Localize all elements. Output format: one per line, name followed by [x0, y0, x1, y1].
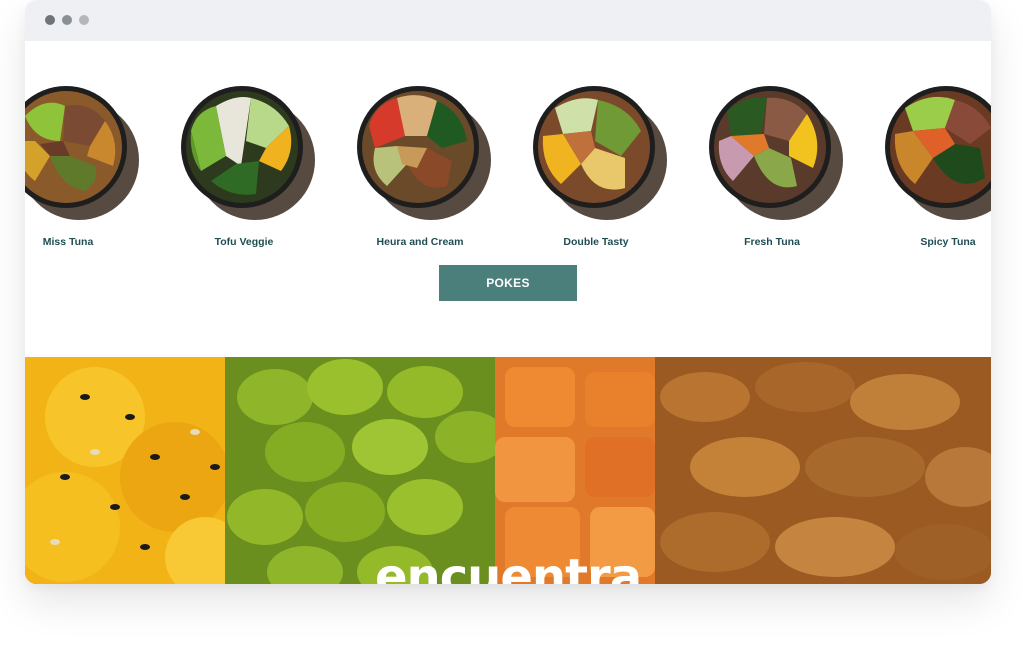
product-image-fresh-tuna — [709, 86, 843, 220]
hero-heading: encuentra — [375, 549, 642, 584]
product-name: Fresh Tuna — [744, 236, 800, 248]
product-carousel: Miss Tuna Tofu Veggie Heura and Cream Do… — [25, 41, 991, 271]
product-card-double-tasty[interactable]: Double Tasty — [508, 41, 684, 271]
product-name: Heura and Cream — [376, 236, 464, 248]
product-name: Tofu Veggie — [214, 236, 274, 248]
product-card-miss-tuna[interactable]: Miss Tuna — [25, 41, 156, 271]
pokes-button[interactable]: POKES — [439, 265, 577, 301]
product-name: Double Tasty — [563, 236, 629, 248]
product-image-double-tasty — [533, 86, 667, 220]
product-card-tofu-veggie[interactable]: Tofu Veggie — [156, 41, 332, 271]
window-close-dot[interactable] — [45, 15, 55, 25]
window-maximize-dot[interactable] — [79, 15, 89, 25]
window-titlebar — [25, 0, 991, 41]
product-image-tofu-veggie — [181, 86, 315, 220]
product-name: Miss Tuna — [42, 236, 94, 248]
product-card-spicy-tuna[interactable]: Spicy Tuna — [860, 41, 991, 271]
window-minimize-dot[interactable] — [62, 15, 72, 25]
product-image-heura-and-cream — [357, 86, 491, 220]
product-card-heura-and-cream[interactable]: Heura and Cream — [332, 41, 508, 271]
product-image-miss-tuna — [25, 86, 139, 220]
product-image-spicy-tuna — [885, 86, 991, 220]
browser-window: Miss Tuna Tofu Veggie Heura and Cream Do… — [25, 0, 991, 584]
hero-banner: encuentra — [25, 357, 991, 584]
product-card-fresh-tuna[interactable]: Fresh Tuna — [684, 41, 860, 271]
product-name: Spicy Tuna — [920, 236, 976, 248]
